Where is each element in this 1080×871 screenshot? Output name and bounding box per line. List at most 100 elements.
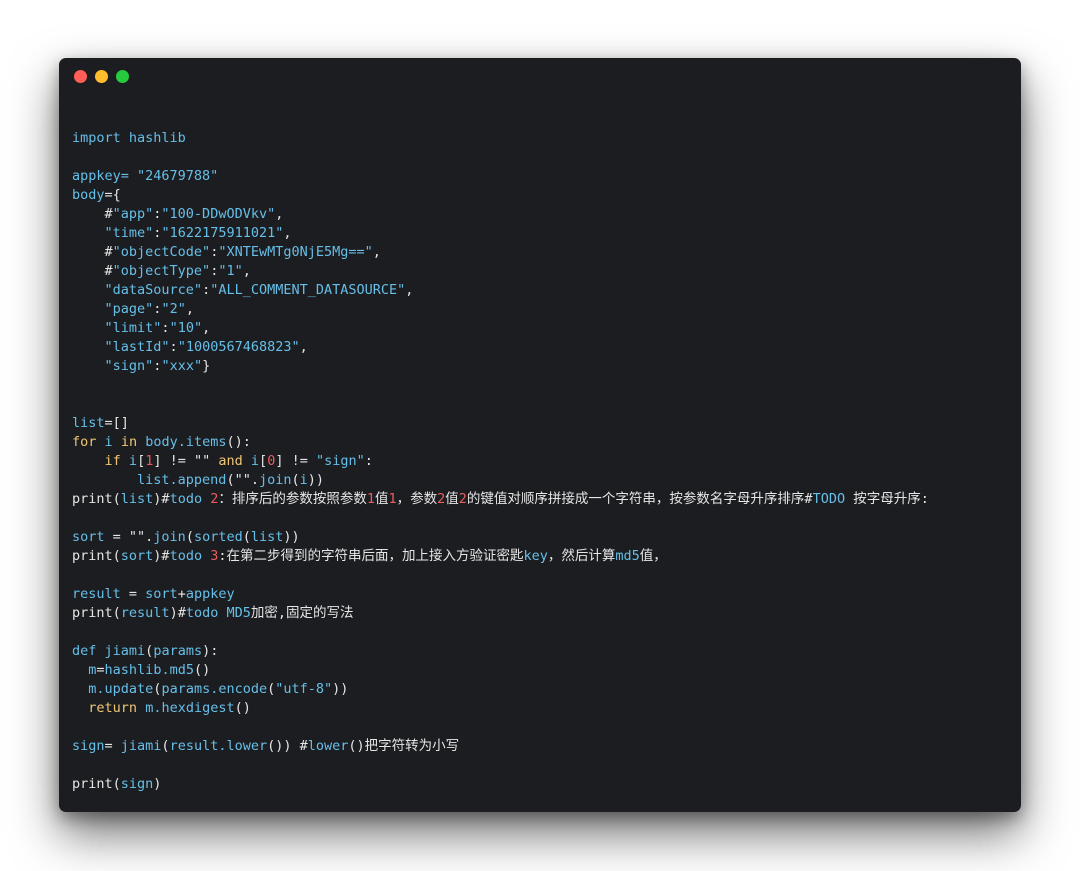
code-token: # xyxy=(72,244,113,260)
code-token: , xyxy=(275,206,284,222)
code-line: "sign":"xxx"} xyxy=(72,357,1021,376)
code-token: 值， xyxy=(639,548,667,564)
code-token: (): xyxy=(226,434,251,450)
code-token: ): xyxy=(202,643,219,659)
code-line: "dataSource":"ALL_COMMENT_DATASOURCE", xyxy=(72,281,1021,300)
code-token: 加密,固定的写法 xyxy=(250,605,354,621)
code-line: appkey= "24679788" xyxy=(72,167,1021,186)
code-token: = "". xyxy=(104,529,154,545)
code-token: } xyxy=(202,358,211,374)
code-line: m=hashlib.md5() xyxy=(72,661,1021,680)
code-token: m.update xyxy=(88,681,154,697)
code-token: , xyxy=(405,282,414,298)
code-token: )) xyxy=(283,529,300,545)
code-token: )# xyxy=(169,605,186,621)
code-token: "limit" xyxy=(104,320,162,336)
code-window: ​import hashlib​appkey= "24679788"body={… xyxy=(59,58,1021,812)
code-line: ​ xyxy=(72,718,1021,737)
code-token: "lastId" xyxy=(104,339,170,355)
minimize-button[interactable] xyxy=(95,70,108,83)
code-token: # xyxy=(72,263,113,279)
code-token: "sign" xyxy=(104,358,154,374)
code-token: "ALL_COMMENT_DATASOURCE" xyxy=(210,282,406,298)
code-token: sign xyxy=(72,738,105,754)
maximize-button[interactable] xyxy=(116,70,129,83)
code-token: params xyxy=(153,643,203,659)
code-token: )# xyxy=(153,548,170,564)
code-token: : xyxy=(169,339,178,355)
code-token: , xyxy=(202,320,211,336)
code-token: "objectCode" xyxy=(112,244,211,260)
code-line: result = sort+appkey xyxy=(72,585,1021,604)
code-token: :在第二步得到的字符串后面，加上接入方验证密匙 xyxy=(218,548,524,564)
code-token: ( xyxy=(161,738,170,754)
code-token: result.lower xyxy=(169,738,268,754)
code-token: return xyxy=(88,700,138,716)
code-line: ​ xyxy=(72,148,1021,167)
code-token: print xyxy=(72,491,113,507)
code-line: import hashlib xyxy=(72,129,1021,148)
code-token: : xyxy=(364,453,373,469)
code-line: print(list)#todo 2：排序后的参数按照参数1值1，参数2值2的键… xyxy=(72,490,1021,509)
code-token: join xyxy=(153,529,186,545)
code-token: list xyxy=(72,415,105,431)
code-token: "time" xyxy=(104,225,154,241)
code-token: in xyxy=(120,434,138,450)
code-token: "dataSource" xyxy=(104,282,203,298)
code-token: m.hexdigest xyxy=(145,700,235,716)
code-token: ，参数 xyxy=(396,491,438,507)
code-token: "2" xyxy=(161,301,186,317)
code-line: print(sign) xyxy=(72,775,1021,794)
code-line: for i in body.items(): xyxy=(72,433,1021,452)
code-token: list xyxy=(120,491,154,507)
code-token: ={ xyxy=(104,187,121,203)
code-line: "page":"2", xyxy=(72,300,1021,319)
code-token: "1622175911021" xyxy=(161,225,284,241)
code-line: ​ xyxy=(72,395,1021,414)
code-line: #"objectCode":"XNTEwMTg0NjE5Mg==", xyxy=(72,243,1021,262)
code-token: 1 xyxy=(366,491,375,507)
code-line: sort = "".join(sorted(list)) xyxy=(72,528,1021,547)
code-token: , xyxy=(185,301,194,317)
code-line: print(result)#todo MD5加密,固定的写法 xyxy=(72,604,1021,623)
code-token: "1" xyxy=(218,263,243,279)
code-token: todo xyxy=(169,548,203,564)
code-token: =[] xyxy=(104,415,129,431)
code-token: TODO xyxy=(812,491,846,507)
code-token: # xyxy=(72,206,113,222)
code-token: "xxx" xyxy=(161,358,203,374)
code-line: #"objectType":"1", xyxy=(72,262,1021,281)
code-token: ( xyxy=(112,491,121,507)
code-line: ​ xyxy=(72,566,1021,585)
code-token: appkey= "24679788" xyxy=(72,168,219,184)
code-line: print(sort)#todo 3:在第二步得到的字符串后面，加上接入方验证密… xyxy=(72,547,1021,566)
code-token: join xyxy=(258,472,292,488)
code-line: return m.hexdigest() xyxy=(72,699,1021,718)
code-token: md5 xyxy=(615,548,640,564)
code-line: #"app":"100-DDwODVkv", xyxy=(72,205,1021,224)
code-token: def xyxy=(72,643,97,659)
code-token: for xyxy=(72,434,97,450)
close-button[interactable] xyxy=(74,70,87,83)
code-token: = xyxy=(96,662,105,678)
code-token: i xyxy=(250,453,260,469)
code-token: todo xyxy=(169,491,203,507)
code-line: ​ xyxy=(72,376,1021,395)
code-token: sort xyxy=(72,529,105,545)
code-token: "1000567468823" xyxy=(177,339,300,355)
window-controls xyxy=(74,70,129,83)
code-token: MD5 xyxy=(226,605,251,621)
code-token: )) xyxy=(307,472,325,488)
code-token: "page" xyxy=(104,301,154,317)
code-token: ( xyxy=(112,548,121,564)
code-token: lower xyxy=(307,738,349,754)
code-token: 值 xyxy=(445,491,459,507)
